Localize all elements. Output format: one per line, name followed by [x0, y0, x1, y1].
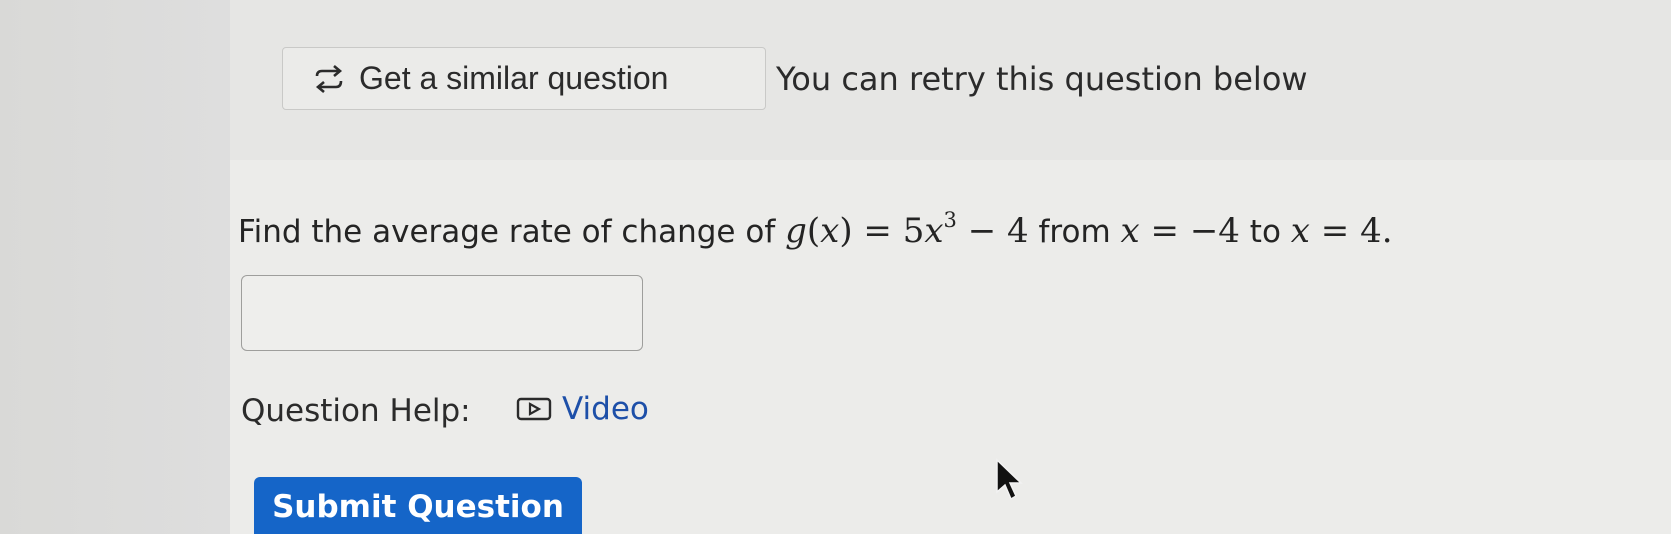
retry-message: You can retry this question below [776, 60, 1308, 98]
swap-arrows-icon [315, 64, 343, 93]
question-text: Find the average rate of change of g(x) … [238, 208, 1393, 251]
play-video-icon [516, 397, 552, 421]
function-expression: g(x) = 5x3 − 4 [785, 208, 1029, 251]
exponent: 3 [943, 208, 957, 232]
video-label: Video [562, 391, 649, 427]
video-help-link[interactable]: Video [516, 391, 649, 427]
start-expression: x = −4 [1120, 211, 1240, 251]
to-word: to [1249, 214, 1281, 250]
term-variable: x [924, 211, 944, 251]
end-value: 4 [1360, 211, 1382, 251]
function-variable: x [820, 211, 840, 251]
end-variable: x [1290, 211, 1310, 251]
coefficient: 5 [902, 211, 925, 251]
start-value: −4 [1189, 211, 1240, 251]
question-prefix: Find the average rate of change of [238, 214, 776, 250]
question-help-label: Question Help: [241, 393, 471, 429]
similar-question-button[interactable]: Get a similar question [282, 47, 766, 110]
start-variable: x [1120, 211, 1140, 251]
answer-input[interactable] [241, 275, 643, 351]
mouse-pointer-icon [996, 458, 1023, 501]
submit-question-button[interactable]: Submit Question [254, 477, 582, 534]
end-expression: x = 4. [1290, 211, 1393, 251]
similar-question-label: Get a similar question [359, 60, 669, 96]
left-margin [0, 0, 230, 534]
from-word: from [1038, 214, 1111, 250]
constant: 4 [1007, 211, 1029, 251]
function-name: g [785, 211, 807, 251]
